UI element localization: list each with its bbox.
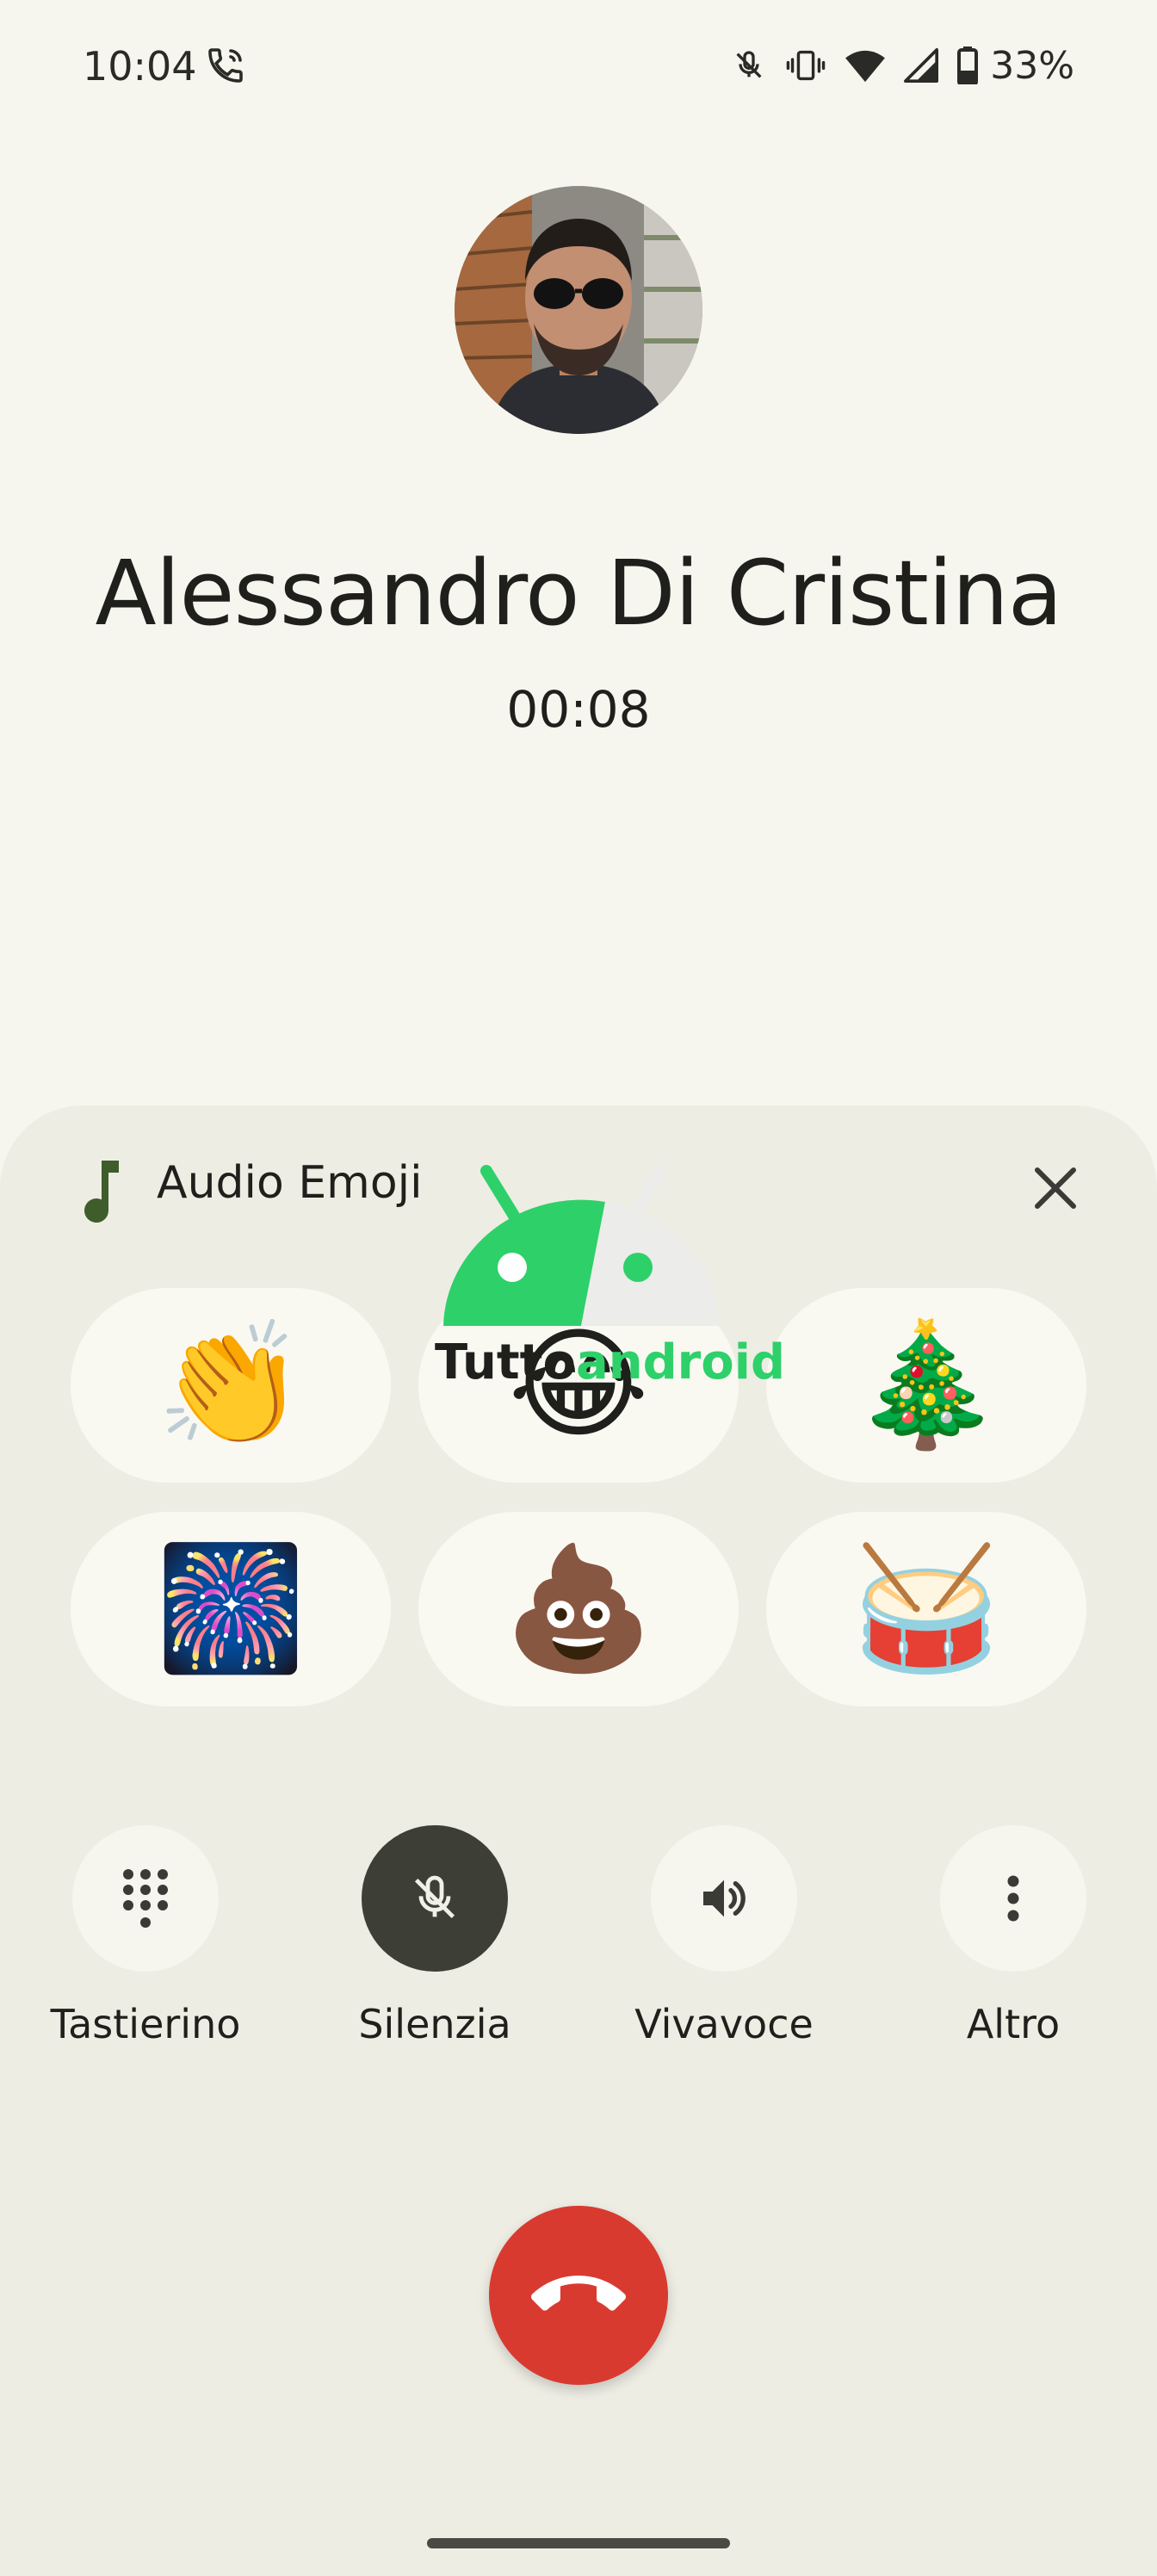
speaker-label: Vivavoce [634, 2001, 814, 2047]
emoji-clapping-hands-button[interactable]: 👏 [71, 1288, 391, 1483]
poop-icon: 💩 [503, 1539, 654, 1679]
end-call-button[interactable] [489, 2206, 668, 2385]
more-button[interactable] [940, 1825, 1086, 1972]
caller-avatar [455, 186, 702, 434]
drum-icon: 🥁 [851, 1539, 1002, 1679]
mute-label: Silenzia [358, 2001, 511, 2047]
hang-up-icon [531, 2276, 626, 2311]
music-note-icon [84, 1161, 119, 1223]
clapping-hands-icon: 👏 [155, 1315, 306, 1455]
emoji-christmas-tree-button[interactable]: 🎄 [766, 1288, 1086, 1483]
call-timer: 00:08 [506, 680, 651, 739]
close-icon[interactable] [1024, 1157, 1086, 1219]
watermark-text: Tuttoandroid [435, 1334, 785, 1390]
more-label: Altro [966, 2001, 1061, 2047]
battery-icon [957, 46, 979, 84]
status-time: 10:04 [83, 43, 197, 90]
dialpad-icon [123, 1869, 168, 1928]
signal-icon [904, 48, 939, 83]
caller-name: Alessandro Di Cristina [95, 541, 1062, 646]
battery-percent: 33% [990, 43, 1074, 88]
vibrate-icon [786, 50, 826, 81]
wifi-icon [845, 50, 886, 83]
dialpad-button[interactable] [72, 1825, 219, 1972]
home-indicator[interactable] [427, 2538, 730, 2548]
speaker-button[interactable] [651, 1825, 797, 1972]
watermark-logo: Tuttoandroid [435, 1162, 785, 1421]
fireworks-icon: 🎆 [155, 1539, 306, 1679]
emoji-drum-button[interactable]: 🥁 [766, 1512, 1086, 1706]
mute-button[interactable] [362, 1825, 508, 1972]
watermark-text-part1: Tutto [435, 1334, 576, 1390]
emoji-fireworks-button[interactable]: 🎆 [71, 1512, 391, 1706]
mic-off-icon [414, 1875, 455, 1919]
more-vert-icon [1007, 1875, 1019, 1922]
status-bar: 10:04 33% [0, 0, 1157, 129]
watermark-text-part2: android [575, 1334, 786, 1390]
mic-muted-icon [736, 51, 762, 78]
android-logo-icon [443, 1165, 719, 1326]
sheet-title: Audio Emoji [157, 1157, 423, 1209]
avatar-photo [455, 186, 702, 434]
dialpad-label: Tastierino [50, 2001, 241, 2047]
emoji-poop-button[interactable]: 💩 [418, 1512, 739, 1706]
status-icons: 33% [732, 41, 1074, 90]
speaker-icon [703, 1879, 746, 1917]
christmas-tree-icon: 🎄 [851, 1315, 1002, 1455]
call-active-icon [208, 48, 243, 83]
